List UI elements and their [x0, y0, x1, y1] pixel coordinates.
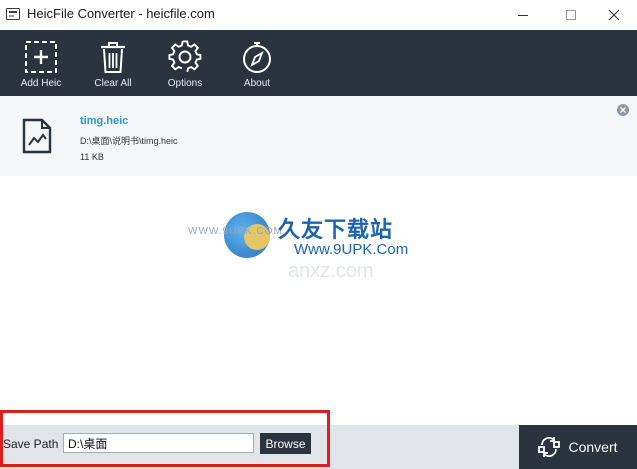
watermark-shadow-text: anxz.com — [288, 260, 374, 282]
options-label: Options — [167, 78, 203, 89]
trash-icon — [101, 42, 125, 73]
clear-all-label: Clear All — [94, 78, 132, 89]
image-file-icon — [22, 118, 52, 154]
about-label: About — [243, 78, 271, 89]
file-path: D:\桌面\说明书\timg.heic — [80, 136, 178, 146]
save-path-label: Save Path — [3, 437, 59, 451]
add-file-icon — [25, 41, 57, 73]
compass-icon — [243, 42, 271, 73]
watermark-site: Www.9UPK.Com — [294, 241, 409, 258]
watermark-brand: 久友下载站 — [278, 217, 394, 242]
clear-all-button[interactable]: Clear All — [88, 30, 138, 96]
watermark: WWW.9UPK.COM 久友下载站 Www.9UPK.Com anxz.com — [188, 212, 428, 282]
toolbar: Add Heic Clear All Options About — [0, 30, 637, 96]
window-title: HeicFile Converter - heicfile.com — [27, 6, 215, 21]
options-button[interactable]: Options — [160, 30, 210, 96]
convert-button[interactable]: Convert — [519, 425, 637, 469]
save-path-input[interactable] — [63, 433, 254, 453]
watermark-url: WWW.9UPK.COM — [188, 226, 283, 237]
app-icon — [6, 8, 20, 20]
convert-label: Convert — [568, 439, 618, 455]
about-button[interactable]: About — [232, 30, 282, 96]
file-size: 11 KB — [80, 152, 104, 162]
remove-file-button[interactable] — [617, 104, 629, 116]
bottom-bar: Save Path Browse Convert — [0, 425, 637, 469]
remove-icon — [620, 107, 626, 113]
add-heic-button[interactable]: Add Heic — [16, 30, 66, 96]
close-button[interactable] — [591, 0, 637, 30]
minimize-icon — [518, 14, 528, 16]
convert-icon — [538, 437, 561, 457]
gear-icon — [168, 40, 202, 73]
add-heic-label: Add Heic — [20, 78, 62, 89]
app-window: HeicFile Converter - heicfile.com Add He… — [0, 0, 637, 469]
browse-button[interactable]: Browse — [260, 433, 311, 454]
title-bar: HeicFile Converter - heicfile.com — [0, 0, 637, 30]
maximize-button[interactable] — [548, 0, 594, 30]
minimize-button[interactable] — [500, 0, 546, 30]
file-name: timg.heic — [80, 115, 129, 127]
maximize-icon — [566, 10, 576, 20]
file-list: timg.heic D:\桌面\说明书\timg.heic 11 KB WWW.… — [0, 96, 637, 425]
close-icon — [608, 9, 620, 21]
list-item[interactable]: timg.heic D:\桌面\说明书\timg.heic 11 KB — [0, 96, 637, 176]
